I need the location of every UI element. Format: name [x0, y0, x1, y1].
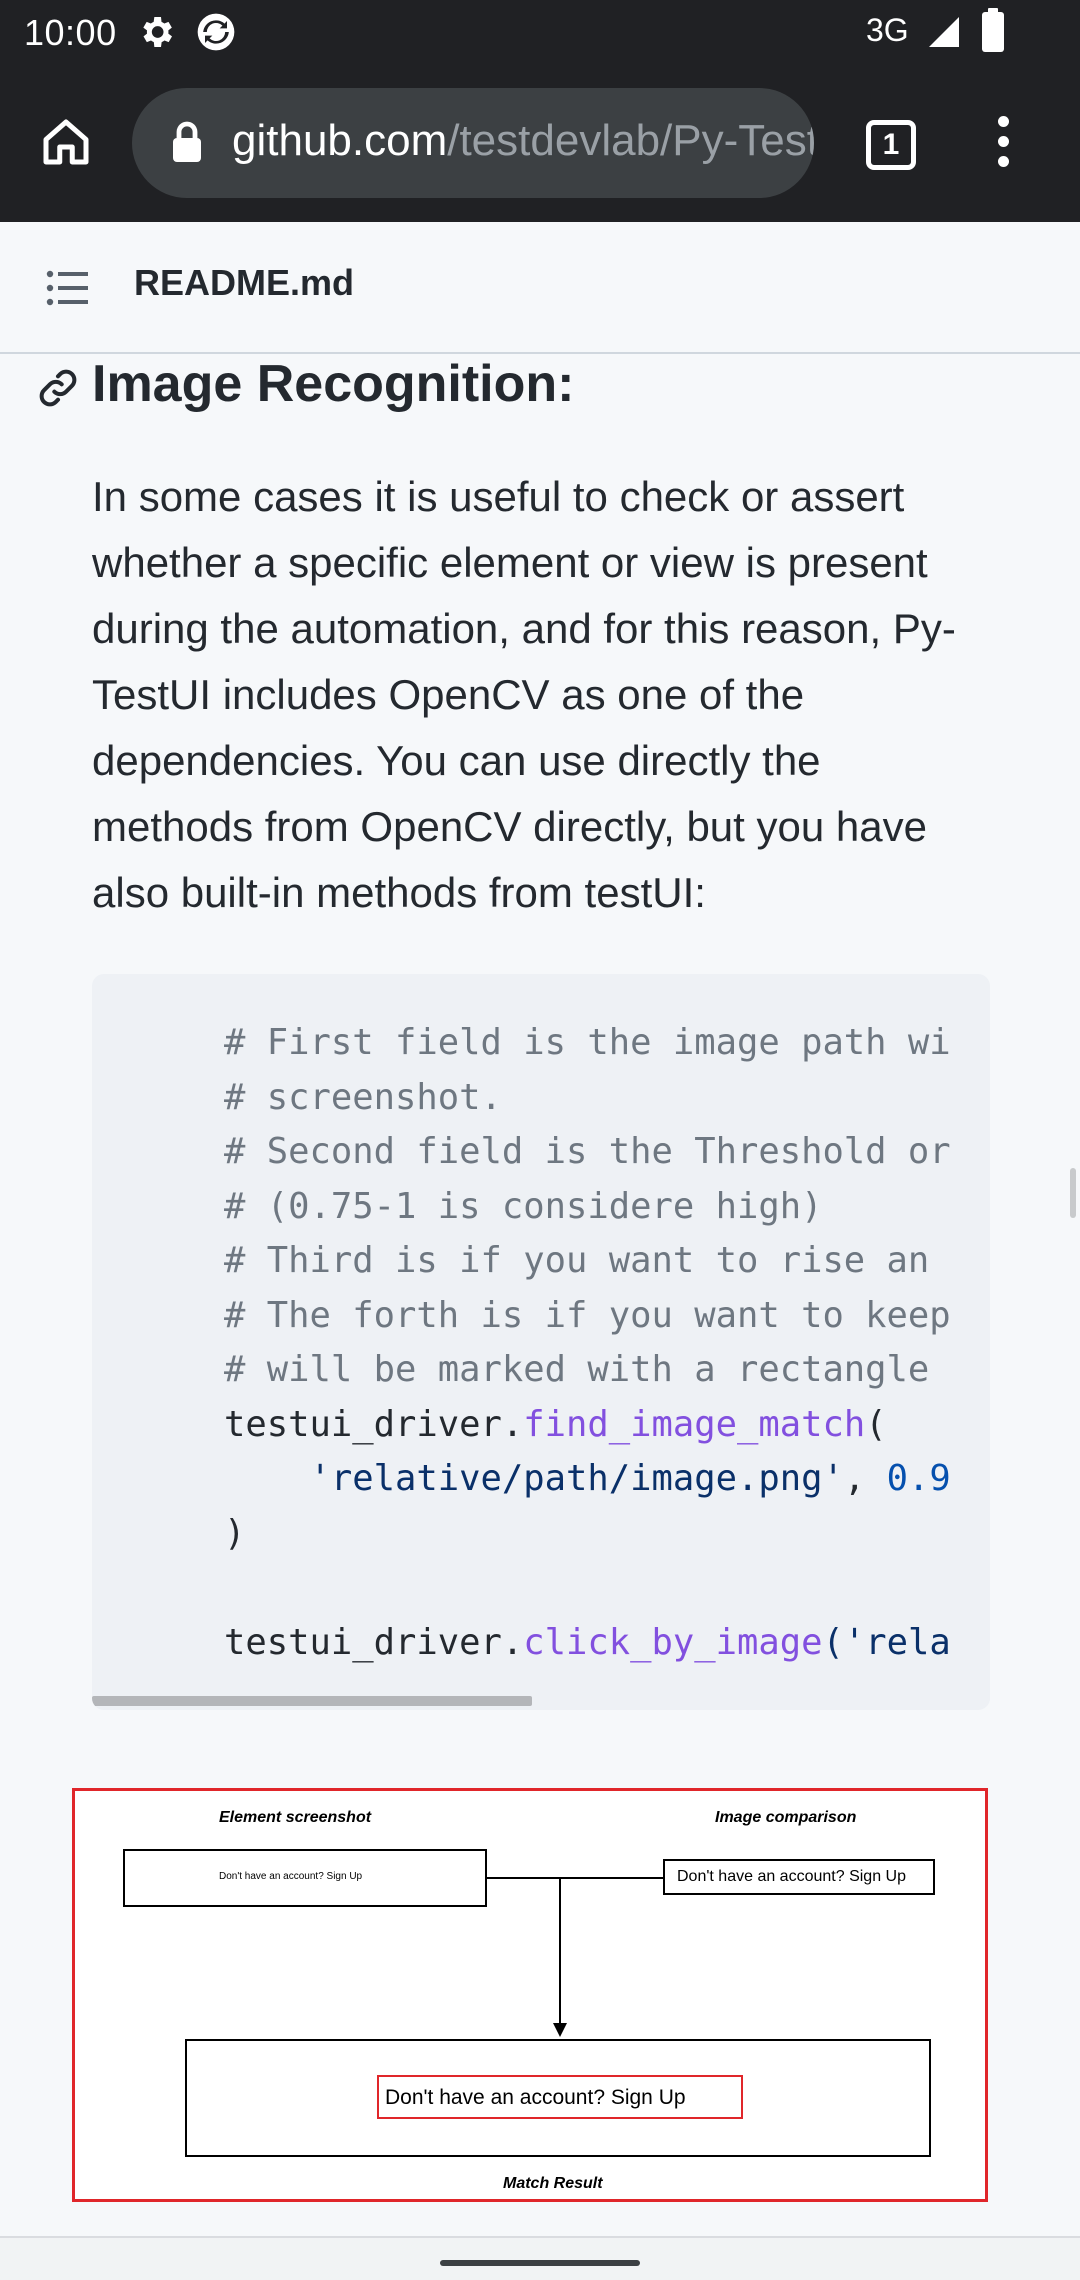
network-type: 3G	[866, 12, 909, 48]
match-result-box: Don't have an account? Sign Up	[185, 2039, 931, 2157]
image-comparison-text: Don't have an account? Sign Up	[677, 1868, 906, 1885]
readme-content: Image Recognition: In some cases it is u…	[0, 354, 1080, 2234]
address-bar[interactable]: github.com/testdevlab/Py-TestUI	[132, 88, 814, 198]
signal-icon	[929, 17, 959, 47]
code-string: 'relative/path/image.png'	[309, 1458, 844, 1499]
arrow-down-icon	[553, 2023, 567, 2037]
home-indicator[interactable]	[440, 2260, 640, 2266]
code-token: testui_driver.	[224, 1621, 524, 1663]
lock-icon[interactable]	[170, 120, 204, 164]
code-function: click_by_image	[523, 1621, 823, 1663]
gear-icon	[143, 17, 172, 47]
file-title: README.md	[134, 262, 355, 303]
connector-line	[559, 1877, 561, 2025]
code-line: # screenshot.	[224, 1076, 502, 1118]
code-token: ,	[843, 1458, 887, 1499]
section-title: Image Recognition:	[92, 355, 575, 413]
connector-line	[487, 1877, 663, 1879]
code-block[interactable]: # First field is the image path wi # scr…	[92, 974, 990, 1710]
code-token: (	[865, 1403, 887, 1445]
caption-image-comparison: Image comparison	[715, 1809, 857, 1826]
code-line: # will be marked with a rectangle	[224, 1349, 930, 1390]
code-line: # First field is the image path wi	[224, 1022, 951, 1063]
home-icon[interactable]	[36, 112, 96, 172]
match-result-text: Don't have an account? Sign Up	[385, 2086, 686, 2109]
caption-element-screenshot: Element screenshot	[219, 1809, 372, 1826]
tab-switcher-icon[interactable]: 1	[866, 120, 916, 170]
image-recognition-diagram: Element screenshot Image comparison Don'…	[72, 1788, 988, 2202]
page-scrollbar[interactable]	[1070, 1168, 1076, 1218]
url-path: /testdevlab/Py-TestUI	[447, 116, 814, 165]
url-text[interactable]: github.com/testdevlab/Py-TestUI	[232, 116, 814, 166]
code-scrollbar-thumb[interactable]	[92, 1696, 532, 1706]
list-icon[interactable]	[46, 268, 90, 308]
code-token: testui_driver.	[224, 1403, 524, 1445]
battery-icon	[982, 8, 1004, 52]
code-text: # First field is the image path wi # scr…	[224, 1016, 951, 1670]
status-bar: 10:00 3G	[0, 0, 1080, 66]
code-number: 0.9	[886, 1458, 951, 1499]
code-function: find_image_match	[523, 1403, 866, 1445]
image-comparison-box: Don't have an account? Sign Up	[663, 1859, 935, 1895]
sync-icon	[197, 13, 235, 51]
caption-match-result: Match Result	[503, 2175, 603, 2192]
match-highlight: Don't have an account? Sign Up	[377, 2075, 743, 2119]
gesture-bar	[0, 2236, 1080, 2280]
status-time: 10:00	[24, 12, 117, 53]
code-line: # Third is if you want to rise an	[224, 1240, 930, 1281]
element-screenshot-text: Don't have an account? Sign Up	[219, 1871, 363, 1882]
code-line: # (0.75-1 is considere high)	[224, 1185, 823, 1227]
more-vert-icon[interactable]	[988, 116, 1018, 176]
code-token: )	[224, 1512, 246, 1554]
code-line: # The forth is if you want to keep	[224, 1294, 951, 1336]
link-icon[interactable]	[36, 366, 80, 410]
code-token: ('rela	[822, 1621, 951, 1663]
section-paragraph: In some cases it is useful to check or a…	[92, 473, 956, 916]
url-host: github.com	[232, 116, 448, 165]
code-line: # Second field is the Threshold or	[224, 1131, 951, 1172]
browser-toolbar: github.com/testdevlab/Py-TestUI 1	[0, 66, 1080, 222]
element-screenshot-box: Don't have an account? Sign Up	[123, 1849, 487, 1907]
file-header: README.md	[0, 222, 1080, 354]
